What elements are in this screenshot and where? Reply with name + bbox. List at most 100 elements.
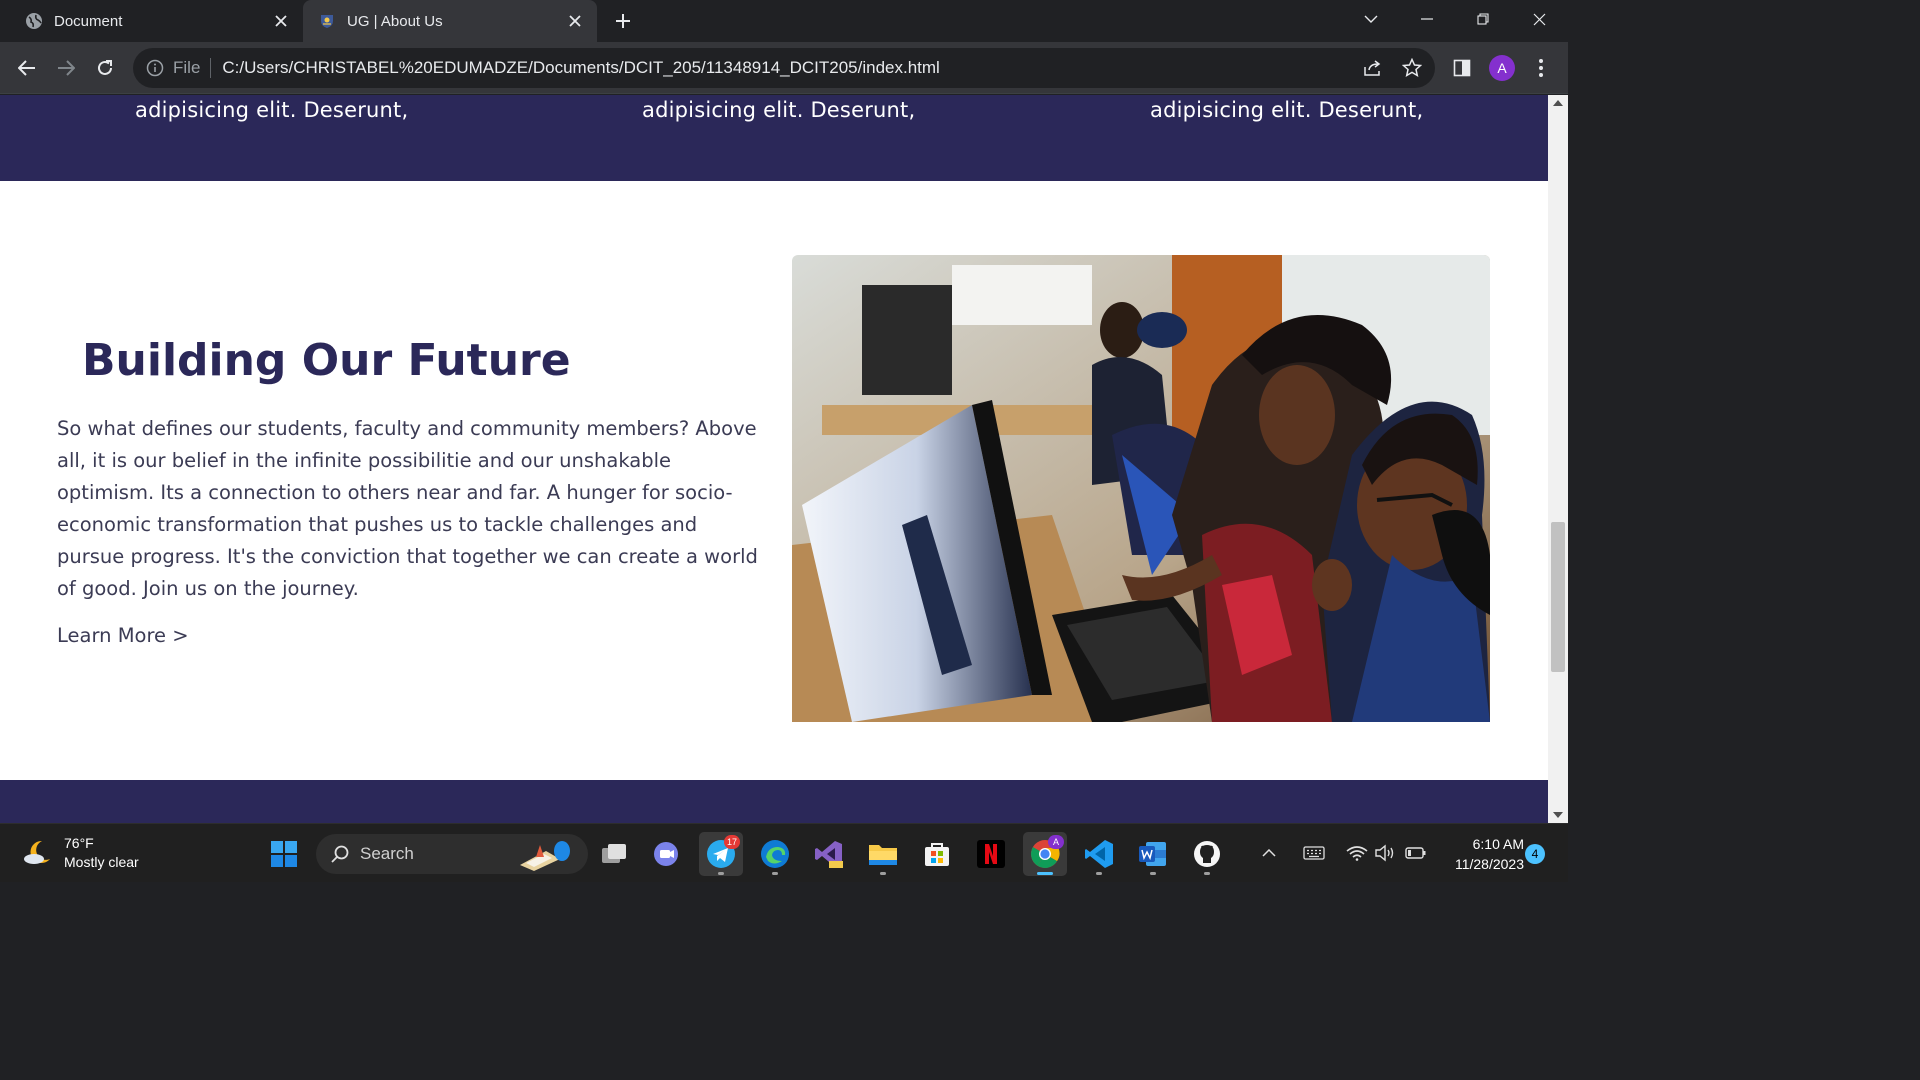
clock-time: 6:10 AM bbox=[1472, 836, 1524, 852]
tab-search-button[interactable] bbox=[1343, 0, 1399, 38]
running-indicator bbox=[1204, 872, 1210, 875]
tab-title: Document bbox=[54, 12, 123, 30]
info-icon[interactable] bbox=[145, 58, 165, 78]
profile-badge: A bbox=[1048, 835, 1064, 849]
volume-icon[interactable] bbox=[1374, 841, 1398, 865]
taskbar-app-word[interactable] bbox=[1131, 832, 1175, 876]
feature-text: adipisicing elit. Deserunt, bbox=[642, 98, 916, 122]
search-icon bbox=[331, 845, 349, 863]
scroll-up-arrow[interactable] bbox=[1548, 95, 1568, 111]
keyboard-icon[interactable] bbox=[1302, 841, 1326, 865]
scrollbar-thumb[interactable] bbox=[1551, 522, 1565, 672]
running-indicator bbox=[1096, 872, 1102, 875]
running-indicator bbox=[1037, 872, 1053, 875]
browser-toolbar: File C:/Users/CHRISTABEL%20EDUMADZE/Docu… bbox=[0, 42, 1568, 94]
chevron-up-icon bbox=[1262, 849, 1276, 857]
features-band: adipisicing elit. Deserunt, adipisicing … bbox=[0, 95, 1548, 181]
taskbar-app-github-desktop[interactable] bbox=[1185, 832, 1229, 876]
weather-widget[interactable]: 76°F Mostly clear bbox=[22, 834, 139, 872]
close-icon[interactable] bbox=[269, 9, 293, 33]
back-button[interactable] bbox=[13, 54, 41, 82]
clock-date: 11/28/2023 bbox=[1454, 856, 1524, 872]
more-menu-icon[interactable] bbox=[1528, 55, 1554, 81]
close-window-button[interactable] bbox=[1511, 0, 1567, 38]
notification-count-badge[interactable]: 4 bbox=[1525, 844, 1545, 864]
scroll-down-arrow[interactable] bbox=[1548, 807, 1568, 823]
taskbar-app-telegram[interactable]: 17 bbox=[699, 832, 743, 876]
github-icon bbox=[1194, 841, 1220, 867]
learn-more-link[interactable]: Learn More > bbox=[57, 624, 189, 647]
arrow-right-icon bbox=[58, 60, 75, 76]
page-viewport: adipisicing elit. Deserunt, adipisicing … bbox=[0, 95, 1548, 823]
feature-text: adipisicing elit. Deserunt, bbox=[1150, 98, 1424, 122]
taskbar-app-chrome[interactable]: A bbox=[1023, 832, 1067, 876]
students-at-computers-photo bbox=[792, 255, 1490, 722]
folder-icon bbox=[869, 845, 897, 865]
show-hidden-icons-button[interactable] bbox=[1258, 841, 1280, 865]
store-icon bbox=[925, 843, 949, 866]
running-indicator bbox=[1150, 872, 1156, 875]
running-indicator bbox=[772, 872, 778, 875]
running-indicator bbox=[718, 872, 724, 875]
chevron-down-icon bbox=[1364, 15, 1378, 23]
restore-button[interactable] bbox=[1455, 0, 1511, 38]
taskbar-app-microsoft-store[interactable] bbox=[915, 832, 959, 876]
taskbar-search[interactable]: Search bbox=[316, 834, 588, 874]
new-tab-button[interactable] bbox=[611, 9, 635, 33]
footer-band bbox=[0, 780, 1548, 823]
running-indicator bbox=[880, 872, 886, 875]
share-icon[interactable] bbox=[1362, 57, 1384, 79]
reload-button[interactable] bbox=[91, 54, 119, 82]
tab-title: UG | About Us bbox=[347, 12, 443, 30]
minimize-button[interactable] bbox=[1399, 0, 1455, 38]
taskbar-app-vscode[interactable] bbox=[1077, 832, 1121, 876]
windows-logo-icon bbox=[271, 841, 297, 867]
forward-button[interactable] bbox=[52, 54, 80, 82]
reload-icon bbox=[98, 60, 112, 75]
close-icon[interactable] bbox=[563, 9, 587, 33]
profile-avatar[interactable]: A bbox=[1489, 55, 1515, 81]
address-bar[interactable]: File C:/Users/CHRISTABEL%20EDUMADZE/Docu… bbox=[133, 48, 1435, 88]
url-text[interactable]: C:/Users/CHRISTABEL%20EDUMADZE/Documents… bbox=[222, 58, 939, 78]
triangle-down-icon bbox=[1553, 812, 1563, 818]
triangle-up-icon bbox=[1553, 100, 1563, 106]
section-heading: Building Our Future bbox=[82, 335, 571, 386]
netflix-icon bbox=[977, 840, 1005, 868]
visual-studio-icon bbox=[815, 841, 843, 868]
feature-text: adipisicing elit. Deserunt, bbox=[135, 98, 409, 122]
teams-chat-button[interactable] bbox=[645, 832, 689, 876]
taskbar-app-visual-studio-preview[interactable] bbox=[807, 832, 851, 876]
edge-icon bbox=[761, 840, 789, 868]
taskbar-app-netflix[interactable] bbox=[969, 832, 1013, 876]
battery-icon[interactable] bbox=[1404, 841, 1428, 865]
search-highlight-illustration-icon bbox=[520, 841, 570, 871]
chat-camera-icon bbox=[654, 842, 678, 866]
tab-document[interactable]: Document bbox=[0, 0, 303, 42]
task-view-button[interactable] bbox=[592, 832, 636, 876]
tab-about-us[interactable]: UG | About Us bbox=[303, 0, 597, 42]
weather-condition: Mostly clear bbox=[64, 854, 139, 870]
minimize-icon bbox=[1421, 18, 1433, 20]
taskbar-app-file-explorer[interactable] bbox=[861, 832, 905, 876]
page-scrollbar[interactable] bbox=[1548, 95, 1568, 823]
task-view-icon bbox=[602, 844, 626, 863]
ug-crest-icon bbox=[318, 12, 336, 30]
plus-icon bbox=[616, 14, 630, 28]
arrow-left-icon bbox=[18, 60, 35, 76]
section-paragraph: So what defines our students, faculty an… bbox=[57, 417, 758, 600]
screen: Document UG | About Us File C:/Users/CHR… bbox=[0, 0, 1568, 882]
taskbar-app-edge[interactable] bbox=[753, 832, 797, 876]
word-icon bbox=[1139, 842, 1166, 866]
globe-icon bbox=[25, 12, 43, 30]
close-icon bbox=[1533, 13, 1545, 25]
divider bbox=[210, 58, 212, 78]
search-label: Search bbox=[360, 844, 414, 863]
clock[interactable]: 6:10 AM 11/28/2023 bbox=[1436, 834, 1524, 874]
url-scheme-label: File bbox=[173, 58, 201, 77]
weather-temp: 76°F bbox=[64, 835, 94, 851]
wifi-icon[interactable] bbox=[1345, 841, 1369, 865]
side-panel-icon[interactable] bbox=[1449, 55, 1475, 81]
bookmark-star-icon[interactable] bbox=[1401, 57, 1423, 79]
start-button[interactable] bbox=[262, 832, 306, 876]
tab-strip: Document UG | About Us bbox=[0, 0, 1568, 42]
